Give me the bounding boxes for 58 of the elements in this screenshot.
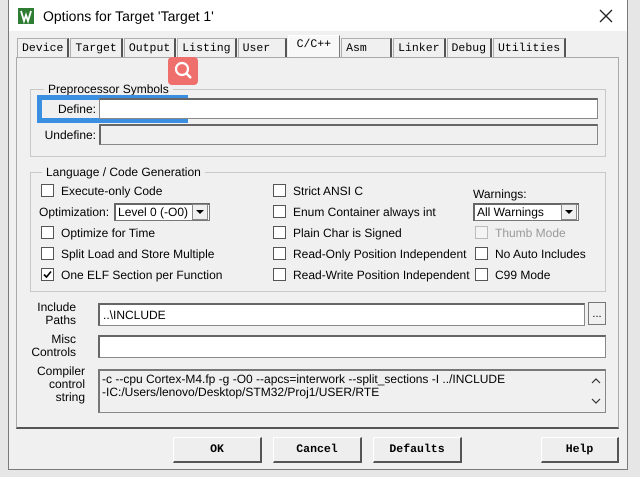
checkbox[interactable]: [273, 184, 286, 197]
tab[interactable]: C/C++: [288, 35, 340, 58]
checkbox[interactable]: [41, 268, 54, 281]
misc-controls-field[interactable]: [98, 335, 606, 358]
checkbox-label: Thumb Mode: [495, 226, 566, 240]
field-label: Warnings:: [473, 187, 527, 201]
search-icon[interactable]: [168, 57, 198, 85]
checkbox[interactable]: [475, 247, 488, 260]
checkbox[interactable]: [273, 268, 286, 281]
checkbox-label: Read-Write Position Independent: [293, 268, 470, 282]
checkbox[interactable]: [41, 247, 54, 260]
tab[interactable]: Debug: [446, 38, 492, 57]
include-paths-field[interactable]: ..\INCLUDE: [98, 303, 585, 326]
scroll-arrows-icon[interactable]: [591, 376, 601, 406]
group-title: Language / Code Generation: [45, 165, 202, 179]
checkbox-label: Strict ANSI C: [293, 184, 364, 198]
tab[interactable]: Output: [124, 38, 176, 57]
checkbox-label: Plain Char is Signed: [293, 226, 402, 240]
compiler-string: -c --cpu Cortex-M4.fp -g -O0 --apcs=interwork --split_sections -I ../INCLUDE -IC:/Users/lenovo/Desktop/STM32/Proj1/USER/RTE: [102, 371, 506, 401]
checkbox[interactable]: [273, 226, 286, 239]
tab[interactable]: Target: [70, 38, 123, 57]
dropdown[interactable]: Level 0 (-O0): [114, 202, 210, 220]
dialog-button[interactable]: Cancel: [273, 437, 362, 463]
dialog-button[interactable]: Help: [541, 437, 619, 463]
tab[interactable]: Asm: [341, 38, 392, 57]
dialog-button[interactable]: Defaults: [373, 437, 462, 463]
field-label: Optimization:: [39, 204, 110, 218]
checkbox-label: No Auto Includes: [495, 246, 586, 260]
field-label: Compiler control string: [36, 365, 85, 404]
field-label: Include Paths: [36, 301, 76, 327]
define-field[interactable]: [99, 98, 598, 119]
checkbox[interactable]: [41, 184, 54, 197]
close-icon[interactable]: [599, 8, 613, 22]
group-title: Preprocessor Symbols: [47, 82, 170, 96]
tab[interactable]: Utilities: [493, 38, 566, 57]
checkbox[interactable]: [273, 205, 286, 218]
window-title: Options for Target 'Target 1': [43, 8, 215, 24]
checkbox[interactable]: [273, 247, 286, 260]
checkbox[interactable]: [41, 226, 54, 239]
dropdown-value: Level 0 (-O0): [117, 205, 190, 219]
checkbox-label: One ELF Section per Function: [61, 268, 222, 282]
dialog-button[interactable]: OK: [173, 437, 262, 463]
dropdown-value: All Warnings: [476, 205, 545, 219]
dropdown[interactable]: All Warnings: [473, 202, 579, 220]
app-icon: [18, 8, 34, 24]
tab[interactable]: Device: [17, 38, 70, 57]
tab[interactable]: User: [238, 38, 287, 57]
checkbox[interactable]: [475, 268, 488, 281]
checkbox-label: Split Load and Store Multiple: [61, 246, 214, 260]
checkbox-label: Read-Only Position Independent: [293, 246, 466, 260]
tab[interactable]: Linker: [393, 38, 446, 57]
checkbox-label: Execute-only Code: [61, 184, 162, 198]
field-label: Misc Controls: [30, 333, 76, 359]
checkbox-label: C99 Mode: [495, 268, 550, 282]
checkbox-label: Optimize for Time: [61, 226, 156, 240]
browse-button[interactable]: ...: [588, 302, 606, 325]
checkbox-label: Enum Container always int: [293, 204, 436, 218]
tab[interactable]: Listing: [177, 38, 237, 57]
